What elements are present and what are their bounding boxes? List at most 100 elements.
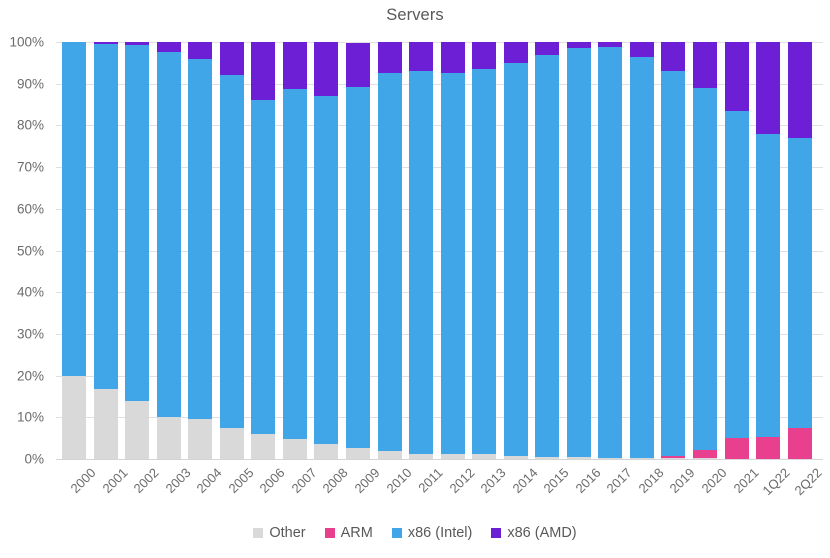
bar-segment[interactable] (661, 71, 686, 456)
bar-segment[interactable] (377, 73, 402, 452)
bar-segment[interactable] (93, 44, 118, 389)
bar-segment[interactable] (440, 42, 465, 74)
bar-segment[interactable] (251, 42, 276, 101)
bar-2002[interactable] (125, 42, 150, 459)
bar-segment[interactable] (724, 110, 749, 439)
bar-segment[interactable] (472, 454, 497, 459)
bar-segment[interactable] (345, 448, 370, 459)
bar-segment[interactable] (566, 457, 591, 459)
bar-segment[interactable] (693, 87, 717, 450)
bar-segment[interactable] (787, 42, 812, 138)
bar-segment[interactable] (156, 417, 181, 459)
bar-segment[interactable] (219, 42, 244, 76)
bar-segment[interactable] (472, 42, 497, 70)
bar-segment[interactable] (219, 75, 244, 428)
bar-2001[interactable] (93, 42, 118, 459)
bar-2003[interactable] (156, 42, 181, 459)
bar-segment[interactable] (629, 56, 654, 458)
bar-2005[interactable] (219, 42, 244, 459)
bar-segment[interactable] (282, 42, 307, 90)
bar-segment[interactable] (377, 451, 402, 459)
bar-segment[interactable] (282, 438, 307, 459)
bar-2004[interactable] (188, 42, 213, 459)
bar-segment[interactable] (503, 42, 528, 63)
bar-segment[interactable] (661, 455, 686, 459)
bar-segment[interactable] (409, 454, 434, 459)
bar-segment[interactable] (756, 436, 781, 459)
bar-2011[interactable] (409, 42, 434, 459)
bar-2012[interactable] (440, 42, 465, 459)
bar-segment[interactable] (93, 388, 118, 459)
bar-segment[interactable] (93, 42, 118, 45)
bar-segment[interactable] (125, 400, 150, 459)
bar-segment[interactable] (345, 86, 370, 449)
bar-segment[interactable] (314, 96, 339, 444)
bar-segment[interactable] (188, 419, 213, 459)
bar-segment[interactable] (472, 69, 497, 454)
bar-2016[interactable] (566, 42, 591, 459)
bar-segment[interactable] (156, 52, 181, 418)
bar-segment[interactable] (62, 375, 86, 459)
bar-2009[interactable] (345, 42, 370, 459)
bar-segment[interactable] (409, 42, 434, 72)
bar-2000[interactable] (62, 42, 86, 459)
bar-segment[interactable] (598, 42, 623, 48)
bar-segment[interactable] (314, 42, 339, 97)
legend-item[interactable]: x86 (Intel) (391, 525, 472, 541)
bar-2006[interactable] (251, 42, 276, 459)
bar-segment[interactable] (756, 133, 781, 437)
bar-segment[interactable] (566, 48, 591, 458)
legend-item[interactable]: ARM (324, 525, 373, 541)
bar-segment[interactable] (535, 54, 560, 457)
bar-segment[interactable] (251, 433, 276, 459)
bar-segment[interactable] (440, 453, 465, 459)
bar-segment[interactable] (188, 58, 213, 420)
bar-segment[interactable] (724, 42, 749, 111)
bar-2018[interactable] (629, 42, 654, 459)
bar-2019[interactable] (661, 42, 686, 459)
bar-segment[interactable] (598, 457, 623, 459)
bar-segment[interactable] (535, 456, 560, 459)
bar-segment[interactable] (314, 443, 339, 459)
bar-segment[interactable] (377, 42, 402, 74)
bar-segment[interactable] (693, 42, 717, 88)
bar-segment[interactable] (219, 427, 244, 459)
bar-segment[interactable] (629, 457, 654, 459)
bar-segment[interactable] (629, 42, 654, 57)
bar-segment[interactable] (787, 137, 812, 428)
bar-2010[interactable] (377, 42, 402, 459)
bar-segment[interactable] (440, 73, 465, 454)
bar-segment[interactable] (409, 71, 434, 454)
bar-2020[interactable] (693, 42, 717, 459)
bar-2007[interactable] (282, 42, 307, 459)
bar-2013[interactable] (472, 42, 497, 459)
bar-segment[interactable] (535, 42, 560, 55)
bar-segment[interactable] (724, 438, 749, 459)
bar-segment[interactable] (693, 449, 717, 459)
bar-2014[interactable] (503, 42, 528, 459)
bar-segment[interactable] (62, 42, 86, 376)
bar-2008[interactable] (314, 42, 339, 459)
bar-2017[interactable] (598, 42, 623, 459)
bar-segment[interactable] (566, 42, 591, 49)
bar-segment[interactable] (125, 44, 150, 401)
bar-1Q22[interactable] (756, 42, 781, 459)
bar-segment[interactable] (345, 42, 370, 87)
bar-segment[interactable] (125, 42, 150, 45)
bar-segment[interactable] (598, 47, 623, 458)
bar-2Q22[interactable] (787, 42, 812, 459)
bar-segment[interactable] (693, 458, 717, 459)
bar-segment[interactable] (756, 42, 781, 134)
legend-item[interactable]: Other (253, 525, 306, 541)
bar-segment[interactable] (661, 42, 686, 72)
bar-segment[interactable] (188, 42, 213, 59)
bar-segment[interactable] (282, 89, 307, 439)
bar-segment[interactable] (787, 427, 812, 459)
legend-item[interactable]: x86 (AMD) (491, 525, 577, 541)
bar-segment[interactable] (156, 42, 181, 53)
bar-segment[interactable] (661, 458, 686, 459)
bar-segment[interactable] (251, 100, 276, 434)
bar-2015[interactable] (535, 42, 560, 459)
bar-segment[interactable] (503, 456, 528, 459)
bar-segment[interactable] (503, 62, 528, 457)
